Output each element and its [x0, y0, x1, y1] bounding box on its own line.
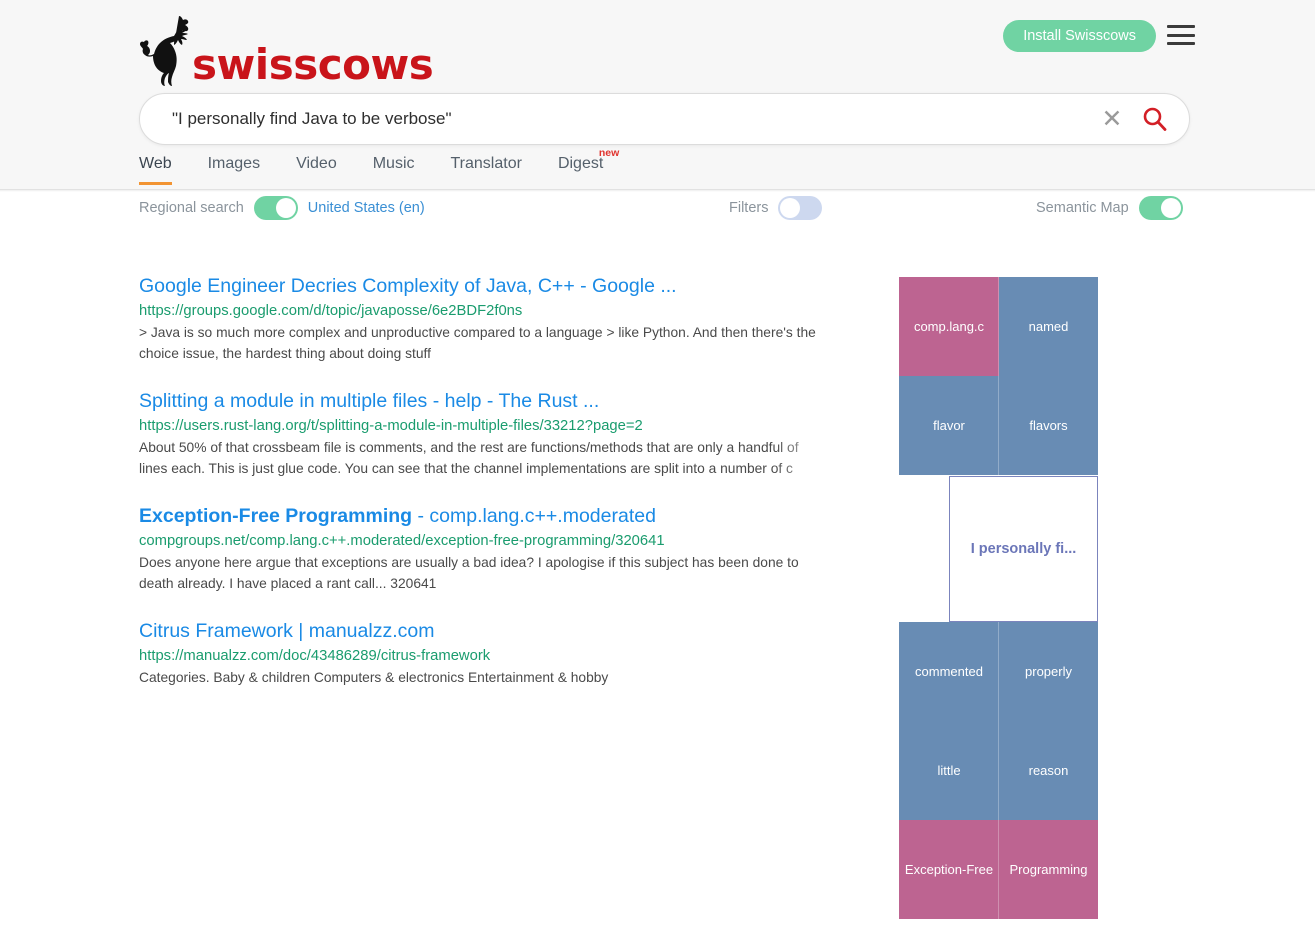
- regional-search-group: Regional search United States (en): [139, 196, 425, 220]
- tab-web[interactable]: Web: [139, 155, 190, 185]
- install-swisscows-button[interactable]: Install Swisscows: [1003, 20, 1156, 52]
- search-options-row: Regional search United States (en) Filte…: [0, 196, 1315, 228]
- result-snippet: About 50% of that crossbeam file is comm…: [139, 440, 799, 476]
- regional-search-toggle[interactable]: [253, 196, 298, 220]
- clear-x-icon[interactable]: ✕: [1095, 102, 1129, 136]
- search-result: Citrus Framework | manualzz.com https://m…: [139, 617, 839, 689]
- result-title-link[interactable]: Splitting a module in multiple files - h…: [139, 387, 839, 415]
- semantic-map-tile-label: little: [937, 763, 961, 778]
- search-result: Exception-Free Programming - comp.lang.c…: [139, 502, 839, 594]
- result-title-bold: Exception-Free Programming: [139, 505, 413, 527]
- regional-search-label: Regional search: [139, 200, 244, 216]
- tab-music-label: Music: [372, 155, 415, 172]
- search-results-list: Google Engineer Decries Complexity of Ja…: [139, 272, 839, 712]
- result-snippet: > Java is so much more complex and unpro…: [139, 325, 816, 361]
- semantic-map-tile-label: commented: [915, 664, 983, 679]
- semantic-map-tile-label: flavors: [1029, 418, 1068, 433]
- tab-images[interactable]: Images: [190, 155, 278, 185]
- burger-bar-1: [1167, 25, 1195, 28]
- semantic-map-label: Semantic Map: [1036, 200, 1129, 216]
- semantic-map-tile[interactable]: properly: [999, 622, 1098, 721]
- tab-video[interactable]: Video: [278, 155, 355, 185]
- result-url-link[interactable]: https://groups.google.com/d/topic/javapo…: [139, 300, 839, 323]
- semantic-map-tile[interactable]: Programming: [999, 820, 1098, 919]
- semantic-map-tile-label: I personally fi...: [970, 541, 1077, 557]
- semantic-map-tile[interactable]: flavor: [899, 376, 999, 475]
- toggle-knob: [275, 198, 296, 218]
- semantic-map-tile[interactable]: comp.lang.c: [899, 277, 999, 376]
- result-url-link[interactable]: https://manualzz.com/doc/43486289/citrus…: [139, 645, 839, 668]
- semantic-map-tile-label: Programming: [1009, 862, 1088, 877]
- result-url-link[interactable]: compgroups.net/comp.lang.c++.moderated/e…: [139, 530, 839, 553]
- tab-video-label: Video: [296, 155, 337, 172]
- semantic-map-tile-label: comp.lang.c: [913, 319, 985, 334]
- search-vertical-tabs: Web Images Video Music Translator Digest…: [139, 147, 621, 185]
- tab-translator-label: Translator: [450, 155, 522, 172]
- result-snippet: Categories. Baby & children Computers & …: [139, 670, 609, 685]
- burger-bar-2: [1167, 33, 1195, 37]
- semantic-map-tile-label: named: [1028, 319, 1069, 334]
- semantic-map: comp.lang.c named flavor flavors I personall…: [899, 277, 1098, 919]
- semantic-map-tile-label: Exception-Free: [904, 862, 994, 877]
- region-value-link[interactable]: United States (en): [308, 200, 425, 216]
- toggle-knob: [1160, 198, 1181, 218]
- header-shadow: [0, 189, 1315, 192]
- result-title-link[interactable]: Citrus Framework | manualzz.com: [139, 617, 839, 645]
- filters-toggle[interactable]: [778, 196, 823, 220]
- semantic-map-tile-label: flavor: [933, 418, 965, 433]
- semantic-map-center-tile[interactable]: I personally fi...: [949, 476, 1098, 622]
- filters-group: Filters: [729, 196, 823, 220]
- tab-digest-label: Digest: [557, 155, 604, 172]
- search-result: Splitting a module in multiple files - h…: [139, 387, 839, 479]
- result-title-link[interactable]: Exception-Free Programming - comp.lang.c…: [139, 502, 839, 530]
- tab-web-label: Web: [139, 155, 172, 172]
- semantic-map-tile[interactable]: flavors: [999, 376, 1098, 475]
- semantic-map-tile[interactable]: Exception-Free: [899, 820, 999, 919]
- burger-bar-3: [1167, 42, 1195, 45]
- site-logo[interactable]: swisscows: [139, 12, 439, 89]
- tab-digest[interactable]: Digest new: [540, 147, 621, 185]
- search-result: Google Engineer Decries Complexity of Ja…: [139, 272, 839, 364]
- semantic-map-toggle[interactable]: [1138, 196, 1183, 220]
- logo-wordmark: swisscows: [192, 40, 434, 89]
- result-title-link[interactable]: Google Engineer Decries Complexity of Ja…: [139, 272, 839, 300]
- filters-label: Filters: [729, 200, 769, 216]
- semantic-map-tile[interactable]: commented: [899, 622, 999, 721]
- search-bar[interactable]: ✕: [139, 93, 1190, 145]
- semantic-map-tile[interactable]: little: [899, 721, 999, 820]
- toggle-knob: [780, 198, 801, 218]
- magnifier-search-icon[interactable]: [1133, 102, 1177, 136]
- semantic-map-tile[interactable]: named: [999, 277, 1098, 376]
- semantic-map-tile-label: reason: [1028, 763, 1069, 778]
- semantic-map-group: Semantic Map: [1036, 196, 1183, 220]
- tab-music[interactable]: Music: [355, 155, 433, 185]
- tab-images-label: Images: [207, 155, 261, 172]
- semantic-map-tile-label: properly: [1025, 664, 1072, 679]
- search-input[interactable]: [172, 109, 1095, 129]
- result-snippet: Does anyone here argue that exceptions a…: [139, 555, 799, 591]
- tab-translator[interactable]: Translator: [433, 155, 540, 185]
- new-badge: new: [598, 147, 620, 159]
- hamburger-menu-icon[interactable]: [1167, 25, 1195, 45]
- result-url-link[interactable]: https://users.rust-lang.org/t/splitting-…: [139, 415, 839, 438]
- semantic-map-tile[interactable]: reason: [999, 721, 1098, 820]
